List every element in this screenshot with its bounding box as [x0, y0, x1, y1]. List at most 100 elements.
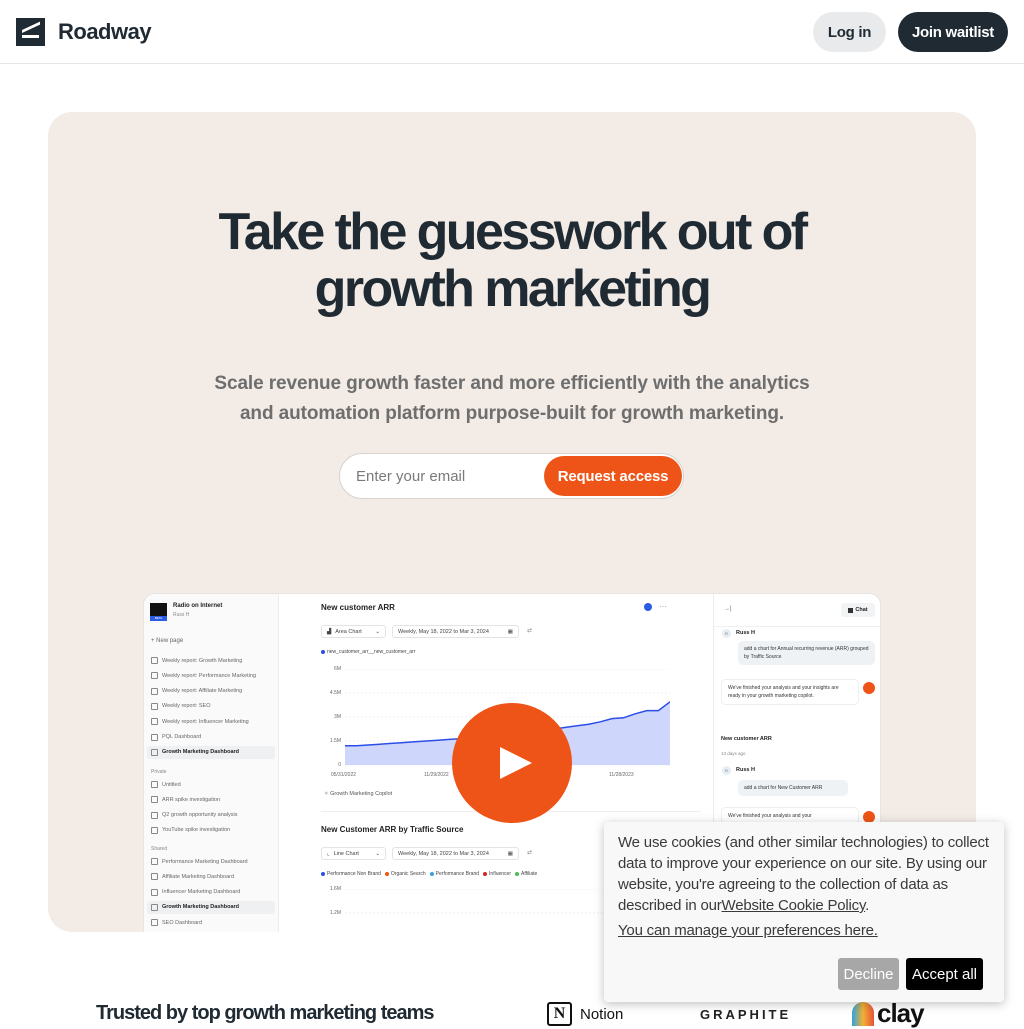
trusted-heading: Trusted by top growth marketing teams	[96, 1002, 435, 1024]
new-page-button: + New page	[151, 638, 184, 644]
page-icon	[151, 687, 158, 695]
hero-title-line1: Take the guesswork out of	[218, 203, 808, 261]
y-tick: 3M	[334, 714, 341, 720]
sidebar-item-label: Q2 growth opportunity analysis	[162, 812, 238, 819]
y-tick: 1.2M	[329, 910, 341, 916]
sidebar-item: YouTube spike investigation	[147, 824, 275, 837]
accept-all-button[interactable]: Accept all	[906, 958, 983, 990]
legend-dot	[321, 871, 325, 876]
legend-dot	[384, 871, 389, 876]
sidebar-item: Performance Marketing Dashboard	[147, 855, 275, 868]
notion-label: Notion	[580, 1005, 624, 1023]
sidebar-item: Weekly report: Affiliate Marketing	[147, 685, 275, 698]
page-icon	[151, 748, 158, 756]
legend-dot	[515, 871, 519, 876]
hero-title-line2: growth marketing	[314, 260, 712, 318]
sidebar-item: Weekly report: Influencer Marketing	[147, 715, 275, 728]
sidebar-item: Weekly report: Growth Marketing	[147, 654, 275, 667]
page-icon	[151, 919, 158, 927]
preview-sidebar: BETA Radio on Internet Russ H + New page…	[144, 594, 279, 932]
settings-icon: ⇄	[527, 850, 533, 856]
top-nav: Roadway Log in Join waitlist	[0, 0, 1024, 64]
y-tick: 1.6M	[329, 886, 341, 892]
chat-button: Chat	[841, 603, 875, 617]
sidebar-item-label: Weekly report: Influencer Marketing	[162, 718, 249, 725]
chat-label: Chat	[855, 607, 868, 613]
sidebar-item: PQL Dashboard	[147, 731, 275, 744]
notion-logo: N Notion	[547, 1002, 623, 1026]
sidebar-item: Growth Marketing Dashboard	[147, 745, 275, 759]
hero-subtitle-line2: and automation platform purpose-built fo…	[239, 403, 785, 424]
copilot-label: Growth Marketing Copilot	[330, 791, 393, 797]
sidebar-item-label: PQL Dashboard	[162, 734, 202, 740]
page-icon	[151, 718, 158, 726]
calendar-icon: ▦	[507, 628, 513, 635]
legend-label: Influencer	[489, 871, 511, 877]
chevron-down-icon: ⌄	[375, 628, 380, 635]
copilot-link: ✧ Growth Marketing Copilot	[324, 791, 392, 797]
cookie-policy-link[interactable]: Website Cookie Policy	[722, 897, 866, 914]
sidebar-item: Untitled	[147, 778, 275, 791]
area-chart-icon: ▟	[327, 628, 332, 635]
sidebar-item-label: Influencer Marketing Dashboard	[162, 889, 241, 896]
legend-label: Organic Search	[390, 871, 426, 877]
graphite-logo: GRAPHITE	[700, 1007, 792, 1022]
page-icon	[151, 888, 158, 896]
play-video-button[interactable]	[452, 703, 572, 823]
sidebar-item: ARR spike investigation	[147, 793, 275, 806]
page-icon	[151, 826, 158, 834]
manage-preferences-link[interactable]: You can manage your preferences here.	[618, 922, 878, 939]
page-icon	[151, 733, 158, 741]
message-author: Russ H	[736, 630, 755, 636]
page-icon	[151, 811, 158, 819]
sidebar-item-label: Growth Marketing Dashboard	[162, 904, 240, 911]
legend-entry: Affiliate	[515, 871, 537, 877]
sidebar-item-label: ARR spike investigation	[162, 796, 221, 803]
beta-badge: BETA	[150, 616, 167, 621]
sidebar-item: Q2 growth opportunity analysis	[147, 809, 275, 822]
chart2-date-label: Weekly, May 18, 2022 to Mar 3, 2024	[398, 850, 489, 857]
chart2-type-label: Line Chart	[333, 850, 359, 857]
chat-section-time: 13 days ago	[721, 751, 746, 756]
chart1-type-select: ▟ Area Chart ⌄	[321, 625, 386, 638]
decline-button[interactable]: Decline	[838, 958, 899, 990]
clay-logo: clay	[852, 998, 925, 1029]
y-tick: 0	[338, 762, 341, 768]
brand-name: Roadway	[58, 19, 152, 44]
sidebar-item: Weekly report: Performance Marketing	[147, 669, 275, 682]
chart2-date-range: Weekly, May 18, 2022 to Mar 3, 2024 ▦	[392, 847, 519, 860]
legend-entry: Influencer	[483, 871, 511, 877]
login-button[interactable]: Log in	[813, 12, 886, 52]
chart1-date-range: Weekly, May 18, 2022 to Mar 3, 2024 ▦	[392, 625, 519, 638]
workspace-name: Radio on Internet	[173, 603, 223, 609]
chat-icon	[848, 607, 854, 613]
line-chart-icon: ⌞	[327, 850, 330, 857]
chart2-type-select: ⌞ Line Chart ⌄	[321, 847, 386, 860]
x-tick: 05/31/2022	[331, 772, 357, 778]
page-icon	[151, 672, 158, 680]
brand-logo[interactable]: Roadway	[16, 18, 152, 46]
join-waitlist-button[interactable]: Join waitlist	[898, 12, 1008, 52]
sidebar-item: Influencer Marketing Dashboard	[147, 886, 275, 899]
workspace-user: Russ H	[173, 612, 190, 618]
sidebar-item: Affiliate Marketing Dashboard	[147, 870, 275, 883]
sidebar-item-label: Untitled	[162, 781, 181, 788]
settings-icon: ⇄	[527, 628, 533, 634]
hero-subtitle: Scale revenue growth faster and more eff…	[178, 369, 846, 429]
roadway-logo-icon	[16, 18, 45, 46]
x-tick: 11/28/2023	[609, 772, 634, 778]
legend-label: Performance Non Brand	[327, 871, 381, 877]
avatar: R	[722, 766, 731, 775]
legend-label: Performance Brand	[435, 871, 480, 877]
cookie-banner: We use cookies (and other similar techno…	[604, 822, 1004, 1002]
page-icon	[151, 781, 158, 788]
request-access-button[interactable]: Request access	[544, 456, 682, 496]
chart2-title: New Customer ARR by Traffic Source	[321, 825, 464, 834]
page-icon	[151, 796, 158, 804]
shared-heading: Shared	[151, 846, 168, 852]
more-icon: ···	[659, 602, 667, 611]
email-input[interactable]	[356, 454, 536, 498]
user-message: add a chart for New Customer ARR	[738, 780, 848, 796]
chevron-down-icon: ⌄	[375, 850, 380, 857]
hero-title: Take the guesswork out of growth marketi…	[48, 204, 976, 318]
